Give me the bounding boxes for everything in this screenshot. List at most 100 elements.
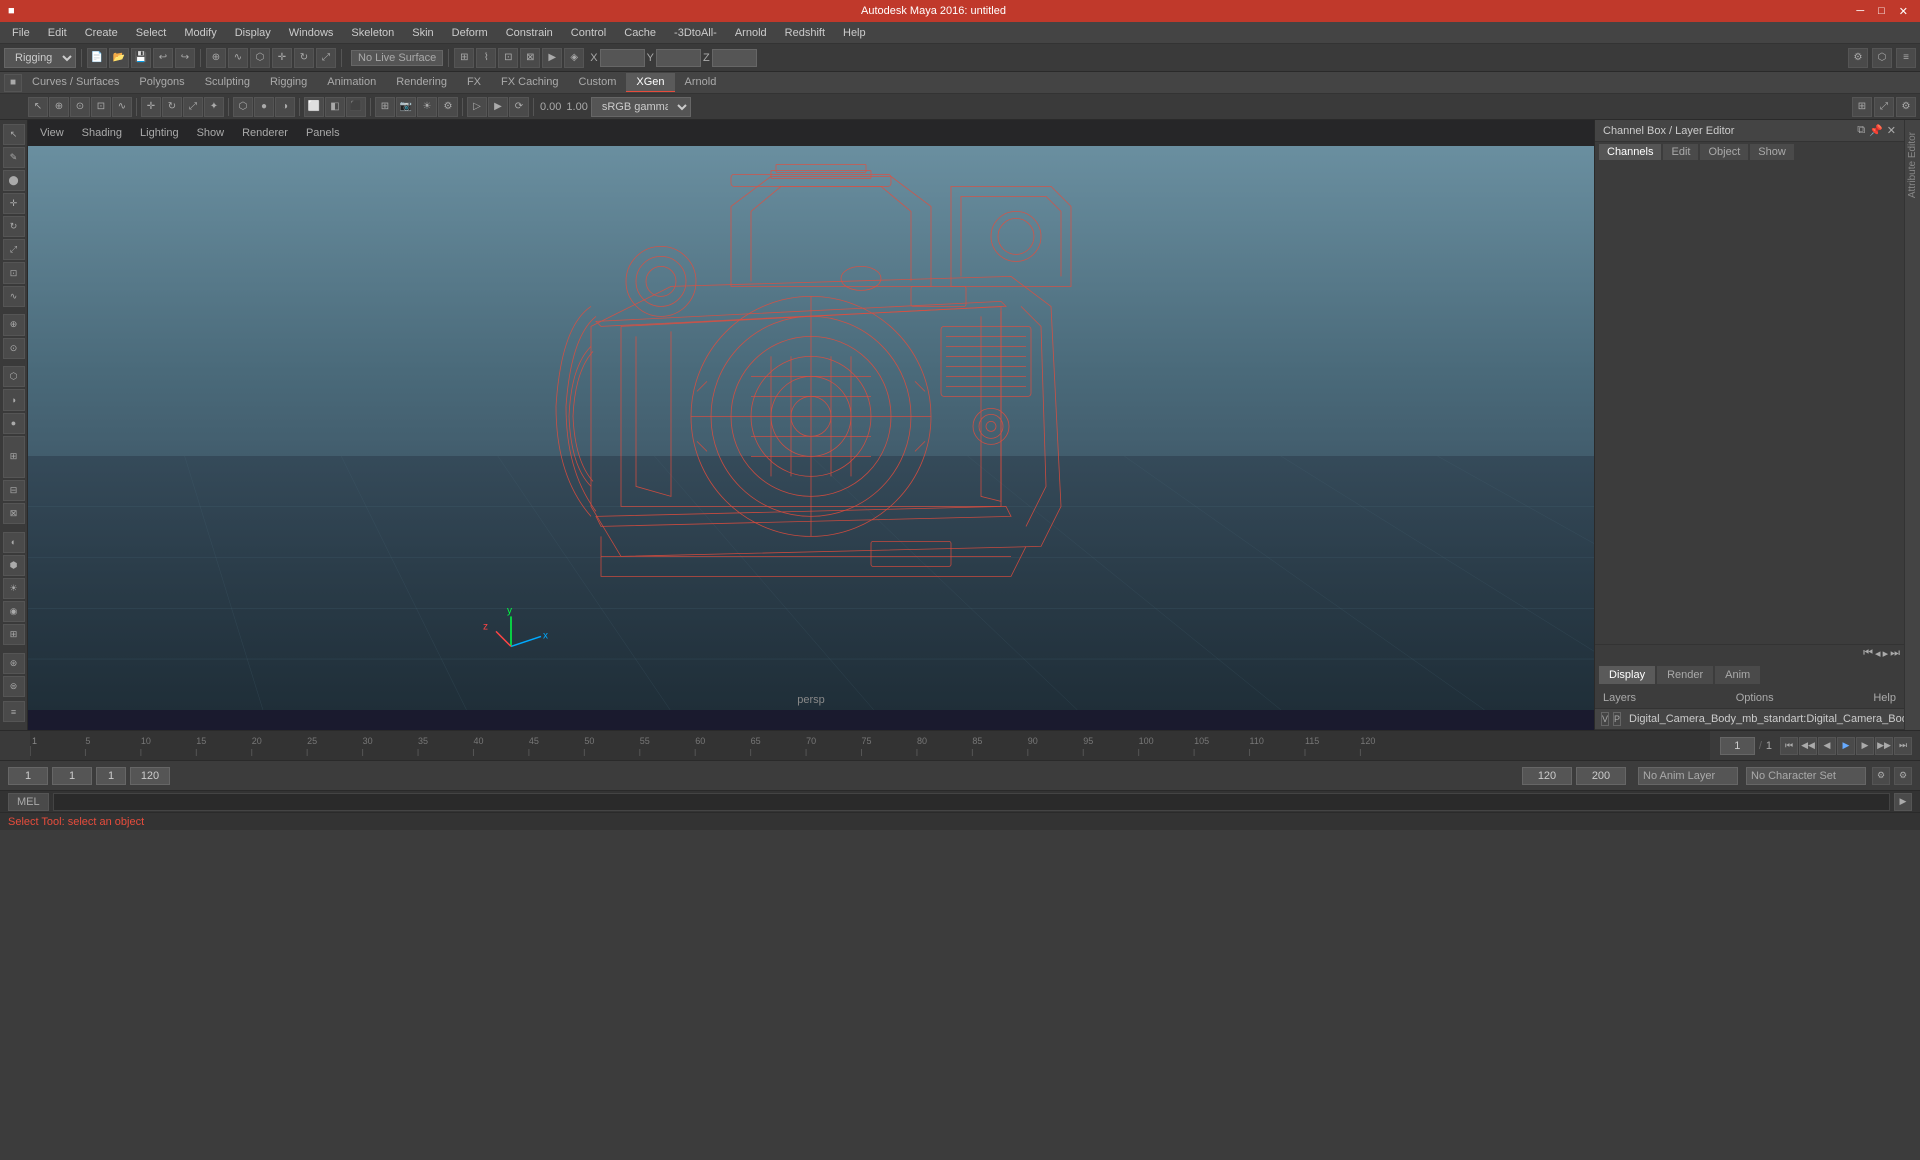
close-button[interactable]: ✕: [1895, 5, 1912, 18]
rotate-btn[interactable]: ↻: [294, 48, 314, 68]
open-file-btn[interactable]: 📂: [109, 48, 129, 68]
lt-pivot[interactable]: ⊕: [3, 314, 25, 335]
next-key-btn[interactable]: ▶▶: [1875, 737, 1893, 755]
current-frame-input[interactable]: [52, 767, 92, 785]
icon-shade-b[interactable]: ⬛: [346, 97, 366, 117]
maximize-button[interactable]: □: [1874, 5, 1889, 18]
icon-expand[interactable]: ⤢: [1874, 97, 1894, 117]
outliner-btn[interactable]: ≡: [1896, 48, 1916, 68]
lt-select[interactable]: ↖: [3, 124, 25, 145]
go-start-btn[interactable]: ⏮: [1780, 737, 1798, 755]
menu-deform[interactable]: Deform: [444, 25, 496, 41]
cb-pin-btn[interactable]: 📌: [1869, 124, 1883, 137]
lt-extra2[interactable]: ⊜: [3, 676, 25, 697]
lt-grid-toggle[interactable]: ⊞: [3, 624, 25, 645]
icon-ipr[interactable]: ⟳: [509, 97, 529, 117]
menu-skeleton[interactable]: Skeleton: [343, 25, 402, 41]
menu-display[interactable]: Display: [227, 25, 279, 41]
layers-menu-options[interactable]: Options: [1736, 692, 1774, 704]
menu-file[interactable]: File: [4, 25, 38, 41]
color-space-dropdown[interactable]: sRGB gamma: [591, 97, 691, 117]
layers-menu-help[interactable]: Help: [1873, 692, 1896, 704]
icon-shade-s[interactable]: ◧: [325, 97, 345, 117]
vp-view-menu[interactable]: View: [32, 125, 72, 141]
cb-next-key[interactable]: ⏭: [1890, 647, 1900, 660]
cb-tab-edit[interactable]: Edit: [1663, 144, 1698, 160]
icon-display-settings[interactable]: ⚙: [438, 97, 458, 117]
mod-tab-custom[interactable]: Custom: [569, 73, 627, 92]
mod-tab-fx[interactable]: FX: [457, 73, 491, 92]
icon-smooth[interactable]: ●: [254, 97, 274, 117]
save-file-btn[interactable]: 💾: [131, 48, 151, 68]
menu-3dtoall[interactable]: -3DtoAll-: [666, 25, 725, 41]
scale-btn[interactable]: ⤢: [316, 48, 336, 68]
layers-menu-layers[interactable]: Layers: [1603, 692, 1636, 704]
lt-shadow[interactable]: ◉: [3, 601, 25, 622]
icon-shade-w[interactable]: ⬜: [304, 97, 324, 117]
hypershade-btn[interactable]: ⬡: [1872, 48, 1892, 68]
lt-texture[interactable]: ⬢: [3, 555, 25, 576]
lt-view1[interactable]: ⬡: [3, 366, 25, 387]
prev-key-btn[interactable]: ◀◀: [1799, 737, 1817, 755]
playback-end-input[interactable]: [130, 767, 170, 785]
lt-lasso[interactable]: ∿: [3, 286, 25, 307]
vp-renderer-menu[interactable]: Renderer: [234, 125, 296, 141]
menu-windows[interactable]: Windows: [281, 25, 342, 41]
cb-tab-anim[interactable]: Anim: [1715, 666, 1760, 684]
undo-btn[interactable]: ↩: [153, 48, 173, 68]
x-input[interactable]: [600, 49, 645, 67]
vp-shading-menu[interactable]: Shading: [74, 125, 130, 141]
mod-tab-rigging[interactable]: Rigging: [260, 73, 317, 92]
menu-edit[interactable]: Edit: [40, 25, 75, 41]
icon-hardware[interactable]: ◑: [275, 97, 295, 117]
icon-light[interactable]: ☀: [417, 97, 437, 117]
go-end-btn[interactable]: ⏭: [1894, 737, 1912, 755]
mod-tab-fxcaching[interactable]: FX Caching: [491, 73, 568, 92]
snap-view-btn[interactable]: ⊠: [520, 48, 540, 68]
cb-tab-render[interactable]: Render: [1657, 666, 1713, 684]
menu-modify[interactable]: Modify: [176, 25, 224, 41]
lt-rotate[interactable]: ↻: [3, 216, 25, 237]
script-run-btn[interactable]: ▶: [1894, 793, 1912, 811]
anim-pref-btn[interactable]: ⚙: [1894, 767, 1912, 785]
timeline-ruler[interactable]: 1 5 10 15 20 25 30 35 40 45 50 55 60: [30, 731, 1710, 760]
y-input[interactable]: [656, 49, 701, 67]
mod-tab-polygons[interactable]: Polygons: [129, 73, 194, 92]
lt-bottom[interactable]: ≡: [3, 701, 25, 722]
lasso-btn[interactable]: ∿: [228, 48, 248, 68]
cb-prev-key[interactable]: ⏮: [1863, 647, 1873, 660]
cb-close-btn[interactable]: ✕: [1887, 124, 1896, 137]
icon-wireframe[interactable]: ⬡: [233, 97, 253, 117]
move-btn[interactable]: ✛: [272, 48, 292, 68]
cb-tab-display[interactable]: Display: [1599, 666, 1655, 684]
layer-row[interactable]: V P Digital_Camera_Body_mb_standart:Digi…: [1595, 709, 1904, 730]
lt-layout2[interactable]: ⊟: [3, 480, 25, 501]
menu-select[interactable]: Select: [128, 25, 175, 41]
paint-btn[interactable]: ⬡: [250, 48, 270, 68]
anim-start-input[interactable]: [1522, 767, 1572, 785]
menu-arnold[interactable]: Arnold: [727, 25, 775, 41]
cb-tab-object[interactable]: Object: [1700, 144, 1748, 160]
next-frame-btn[interactable]: ▶: [1856, 737, 1874, 755]
viewport-canvas[interactable]: x y z persp: [28, 146, 1594, 710]
char-set-btn[interactable]: ⚙: [1872, 767, 1890, 785]
lt-marquee[interactable]: ⊡: [3, 262, 25, 283]
mod-tab-animation[interactable]: Animation: [317, 73, 386, 92]
snap-grid-btn[interactable]: ⊞: [454, 48, 474, 68]
snap-curve-btn[interactable]: ⌇: [476, 48, 496, 68]
lt-brush[interactable]: ⬤: [3, 170, 25, 191]
icon-render2[interactable]: ▶: [488, 97, 508, 117]
icon-grid[interactable]: ⊞: [375, 97, 395, 117]
z-input[interactable]: [712, 49, 757, 67]
cb-tab-channels[interactable]: Channels: [1599, 144, 1661, 160]
vp-show-menu[interactable]: Show: [189, 125, 233, 141]
lt-shader[interactable]: ◐: [3, 532, 25, 553]
lt-extra1[interactable]: ⊛: [3, 653, 25, 674]
redo-btn[interactable]: ↪: [175, 48, 195, 68]
script-input[interactable]: [53, 793, 1890, 811]
lt-move[interactable]: ✛: [3, 193, 25, 214]
lt-paint[interactable]: ✎: [3, 147, 25, 168]
icon-rotate[interactable]: ↻: [162, 97, 182, 117]
mod-tab-xgen[interactable]: XGen: [626, 73, 674, 92]
lt-snap[interactable]: ⊙: [3, 338, 25, 359]
